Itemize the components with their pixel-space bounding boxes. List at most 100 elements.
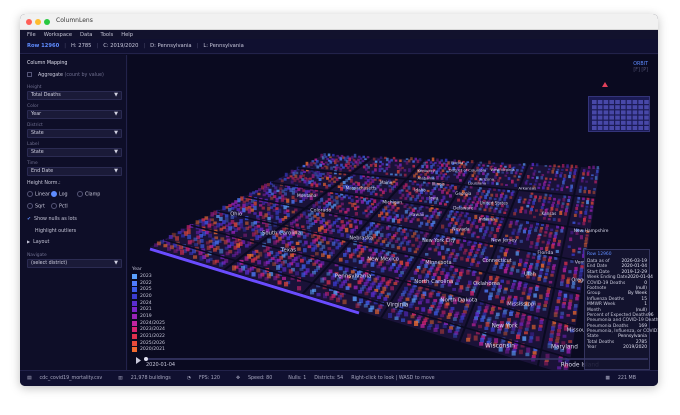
district-label[interactable]: New Hampshire [574,228,609,234]
minimap-cell [632,100,638,104]
district-label[interactable]: Indiana [479,217,496,223]
district-label[interactable]: Florida [537,250,553,256]
norm-pctl-radio[interactable]: Pctl [51,203,68,210]
menu-data[interactable]: Data [80,32,92,38]
district-label[interactable]: Montana [297,193,317,199]
menu-workspace[interactable]: Workspace [44,32,72,38]
legend-item: 2023/2024 [132,327,178,334]
district-label[interactable]: West Virginia [491,168,515,172]
district-label[interactable]: Kentucky [418,168,436,173]
minimap-cell [644,115,649,120]
district-label[interactable]: Georgia [455,191,472,196]
3d-viewport[interactable]: Florida West Virginia District of Columbia… [128,55,658,370]
district-label[interactable]: Maryland [551,345,578,351]
district-label[interactable]: Hawaii [409,212,424,218]
chevron-down-icon: ▼ [114,168,118,174]
menu-file[interactable]: File [27,32,36,38]
district-label[interactable]: North Carolina [414,279,453,285]
legend-swatch [132,334,137,340]
district-label[interactable]: Minnesota [425,260,451,266]
layout-toggle[interactable]: ▶ Layout [27,239,49,245]
district-label[interactable]: New Jersey [491,237,517,243]
aggregate-checkbox[interactable]: Aggregate (count by value) [27,72,104,78]
tooltip-header: Row 12960 [587,252,612,257]
district-label[interactable]: Utah [524,271,536,277]
orbit-indicator: ORBIT [F] [P] [633,62,648,73]
minimap-cell [592,110,597,115]
speed-readout: ✥ Speed: 80 [235,376,273,381]
selected-district: D: Pennsylvania [150,43,192,49]
minimap-cell [615,120,620,125]
district-label[interactable]: Arkansas [518,185,536,190]
color-select[interactable]: Year ▼ [27,110,122,119]
close-window-button[interactable] [26,19,32,25]
legend-item: 2020/2021 [132,347,178,354]
district-label[interactable]: Idaho [414,187,426,192]
minimap-cell [626,120,632,125]
district-label[interactable]: Kansas [542,211,557,216]
minimize-window-button[interactable] [35,19,41,25]
play-icon[interactable] [136,357,141,364]
district-label[interactable]: Colorado [310,208,331,214]
district-label[interactable]: United States [480,201,508,206]
norm-sqrt-radio[interactable]: Sqrt [27,203,45,210]
district-label[interactable]: Michigan [382,200,402,206]
district-label[interactable]: Mississippi [507,301,536,307]
minimap-cell [592,100,597,104]
minimap-cell [609,110,614,115]
chevron-down-icon: ▼ [114,111,118,117]
minimap-cell [626,110,632,115]
district-label[interactable]: Illinois [432,182,445,187]
norm-linear-radio[interactable]: Linear [27,191,50,198]
district-label[interactable]: Pennsylvania [335,274,372,280]
legend-item: 2024 [132,300,178,307]
menu-help[interactable]: Help [121,32,133,38]
navigate-select[interactable]: (select district) ▼ [27,259,122,268]
district-label[interactable]: Texas [280,247,296,253]
district-label[interactable]: Ohio [230,211,242,217]
norm-clamp-radio[interactable]: Clamp [77,191,100,198]
show-nulls-checkbox[interactable]: ✔ Show nulls as lots [27,217,77,222]
district-label[interactable]: Wisconsin [485,343,515,350]
maximize-window-button[interactable] [44,19,50,25]
city-scene[interactable]: Florida West Virginia District of Columbia… [128,55,658,370]
norm-log-radio[interactable]: Log [51,191,68,198]
highlight-outliers-checkbox[interactable]: Highlight outliers [27,229,76,234]
minimap-cell [615,115,620,120]
district-select[interactable]: State ▼ [27,129,122,138]
district-label[interactable]: North Dakota [440,297,477,303]
district-label[interactable]: Iowa [429,196,439,201]
minimap-cell [626,100,632,104]
label-select[interactable]: State ▼ [27,148,122,157]
district-label[interactable]: Oklahoma [473,281,500,287]
window-title: ColumnLens [56,17,93,24]
district-label[interactable]: Alabama [418,176,436,181]
district-label[interactable]: Maine [380,180,393,185]
district-label[interactable]: Connecticut [482,258,511,264]
district-label[interactable]: South Carolina [262,230,301,236]
time-select[interactable]: End Date ▼ [27,167,122,176]
district-label[interactable]: Virginia [387,303,409,309]
minimap-cell [615,100,620,104]
label-label: Label [27,142,39,147]
height-label: Height [27,85,42,90]
district-label[interactable]: Louisiana [468,181,487,186]
minimap[interactable] [588,96,650,132]
district-label[interactable]: Nebraska [349,236,373,242]
move-icon: ✥ [235,376,240,381]
height-select[interactable]: Total Deaths ▼ [27,91,122,100]
legend-item: 2021/2022 [132,333,178,340]
minimap-cell [597,120,603,125]
district-label[interactable]: Delaware [453,206,474,212]
district-label[interactable]: District of Columbia [449,168,487,173]
timeline[interactable]: 2020-01-04 [128,357,658,370]
district-label[interactable]: New York [492,323,519,329]
menu-tools[interactable]: Tools [100,32,113,38]
timeline-handle[interactable] [144,357,148,361]
district-label[interactable]: New Mexico [367,257,399,263]
district-label[interactable]: Massachusetts [346,186,377,191]
minimap-cell [609,100,614,104]
district-label[interactable]: Florida [451,161,463,165]
district-label[interactable]: Nevada [452,226,470,232]
district-label[interactable]: New York City [422,238,455,244]
